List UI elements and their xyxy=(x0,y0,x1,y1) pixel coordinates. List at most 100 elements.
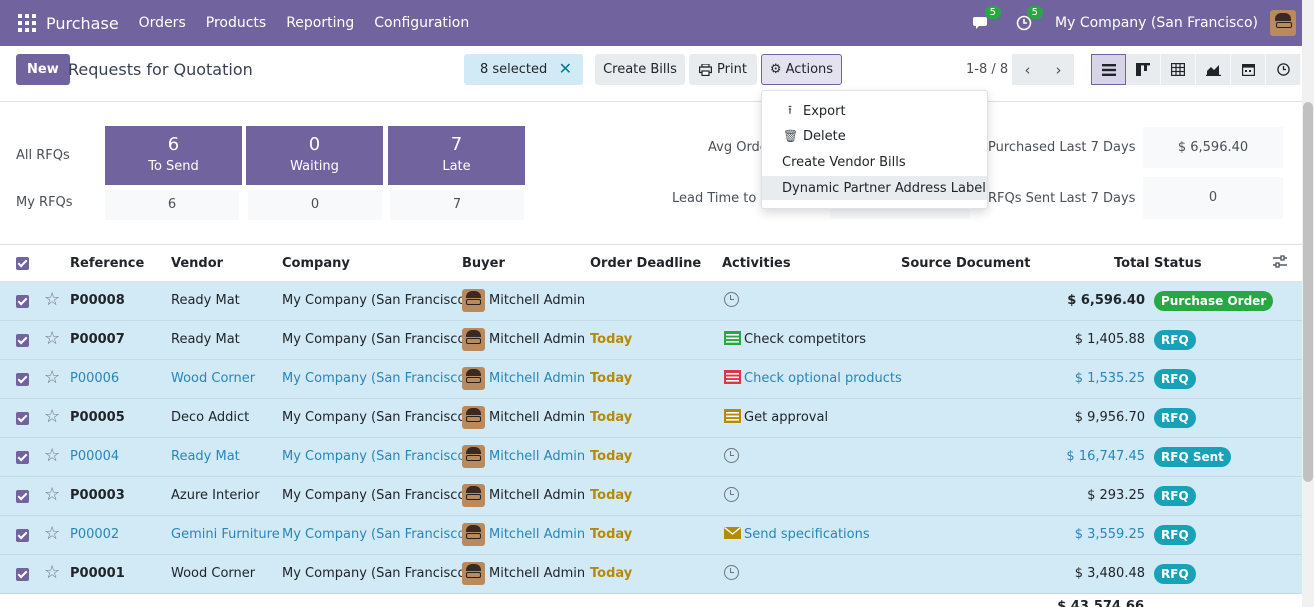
pager-next-button[interactable]: › xyxy=(1043,54,1074,85)
star-icon[interactable]: ☆ xyxy=(44,367,60,388)
column-total[interactable]: Total xyxy=(1114,256,1150,271)
company-switcher[interactable]: My Company (San Francisco) xyxy=(1055,15,1258,31)
star-icon[interactable]: ☆ xyxy=(44,484,60,505)
star-icon[interactable]: ☆ xyxy=(44,406,60,427)
trash-icon: 🗑 xyxy=(783,129,799,143)
cell-buyer: Mitchell Admin xyxy=(489,371,586,386)
buyer-avatar xyxy=(462,289,485,312)
column-order-deadline[interactable]: Order Deadline xyxy=(590,256,701,271)
menu-configuration[interactable]: Configuration xyxy=(374,15,469,31)
cell-activity[interactable]: Check competitors xyxy=(744,332,866,347)
actions-button[interactable]: ⚙ Actions xyxy=(761,54,842,85)
column-company[interactable]: Company xyxy=(282,256,350,271)
cell-company: My Company (San Francisco) xyxy=(282,410,471,425)
status-badge: RFQ xyxy=(1154,369,1196,389)
star-icon[interactable]: ☆ xyxy=(44,289,60,310)
clear-selection-icon[interactable]: ✕ xyxy=(559,59,572,78)
cell-activity[interactable]: Check optional products xyxy=(744,371,902,386)
app-brand[interactable]: Purchase xyxy=(46,14,119,33)
cell-total: $ 1,405.88 xyxy=(1074,332,1145,347)
list-view-button[interactable] xyxy=(1091,54,1126,85)
table-row[interactable]: ☆ P00001 Wood Corner My Company (San Fra… xyxy=(0,555,1302,594)
menu-orders[interactable]: Orders xyxy=(139,15,186,31)
activity-clock-icon[interactable] xyxy=(724,448,739,463)
upload-icon: ⭱ xyxy=(787,102,793,117)
my-waiting-value[interactable]: 0 xyxy=(248,190,382,220)
cell-activity[interactable]: Get approval xyxy=(744,410,828,425)
activity-clock-icon[interactable] xyxy=(724,292,739,307)
column-activities[interactable]: Activities xyxy=(722,256,791,271)
row-checkbox[interactable] xyxy=(16,334,29,347)
messages-icon[interactable]: 5 xyxy=(971,6,1002,34)
gear-icon: ⚙ xyxy=(769,62,782,77)
menu-reporting[interactable]: Reporting xyxy=(286,15,354,31)
pivot-view-button[interactable] xyxy=(1161,54,1196,85)
star-icon[interactable]: ☆ xyxy=(44,445,60,466)
envelope-icon[interactable] xyxy=(724,526,741,540)
menu-products[interactable]: Products xyxy=(206,15,266,31)
table-row[interactable]: ☆ P00004 Ready Mat My Company (San Franc… xyxy=(0,438,1302,477)
select-all-checkbox[interactable] xyxy=(16,257,29,270)
pager-value[interactable]: 1-8 / 8 xyxy=(966,62,1008,77)
row-checkbox[interactable] xyxy=(16,451,29,464)
menu-item-dynamic-partner-address-label[interactable]: Dynamic Partner Address Label xyxy=(762,176,987,200)
activities-clock-icon[interactable]: 5 xyxy=(1013,6,1044,34)
tile-late[interactable]: 7 Late xyxy=(388,126,525,185)
row-checkbox[interactable] xyxy=(16,529,29,542)
star-icon[interactable]: ☆ xyxy=(44,328,60,349)
cell-vendor: Deco Addict xyxy=(171,410,250,425)
activity-clock-icon[interactable] xyxy=(724,487,739,502)
table-row[interactable]: ☆ P00003 Azure Interior My Company (San … xyxy=(0,477,1302,516)
cell-deadline: Today xyxy=(590,371,633,386)
kanban-view-button[interactable] xyxy=(1126,54,1161,85)
control-panel: New Requests for Quotation 8 selected ✕ … xyxy=(0,46,1314,102)
row-checkbox[interactable] xyxy=(16,490,29,503)
star-icon[interactable]: ☆ xyxy=(44,562,60,583)
status-badge: RFQ xyxy=(1154,525,1196,545)
tile-to-send[interactable]: 6 To Send xyxy=(105,126,242,185)
new-button[interactable]: New xyxy=(16,54,70,85)
pager-previous-button[interactable]: ‹ xyxy=(1012,54,1043,85)
tile-waiting-value: 0 xyxy=(308,134,321,155)
table-row[interactable]: ☆ P00006 Wood Corner My Company (San Fra… xyxy=(0,360,1302,399)
tile-waiting[interactable]: 0 Waiting xyxy=(246,126,383,185)
column-status[interactable]: Status xyxy=(1154,256,1202,271)
table-row[interactable]: ☆ P00008 Ready Mat My Company (San Franc… xyxy=(0,282,1302,321)
activity-list-icon[interactable] xyxy=(724,409,741,423)
print-button[interactable]: Print xyxy=(689,54,757,85)
create-bills-button[interactable]: Create Bills xyxy=(595,54,685,85)
table-header: Reference Vendor Company Buyer Order Dea… xyxy=(0,245,1314,282)
row-checkbox[interactable] xyxy=(16,373,29,386)
column-vendor[interactable]: Vendor xyxy=(171,256,223,271)
star-icon[interactable]: ☆ xyxy=(44,523,60,544)
menu-item-export[interactable]: ⭱ Export xyxy=(762,99,987,123)
table-row[interactable]: ☆ P00005 Deco Addict My Company (San Fra… xyxy=(0,399,1302,438)
apps-grid-icon[interactable] xyxy=(18,14,36,32)
row-checkbox[interactable] xyxy=(16,412,29,425)
cell-activity[interactable]: Send specifications xyxy=(744,527,870,542)
my-rfqs-label: My RFQs xyxy=(16,195,73,210)
activity-clock-icon[interactable] xyxy=(724,565,739,580)
my-to-send-value[interactable]: 6 xyxy=(105,190,239,220)
column-buyer[interactable]: Buyer xyxy=(462,256,505,271)
menu-item-delete[interactable]: 🗑 Delete xyxy=(762,124,987,148)
table-row[interactable]: ☆ P00007 Ready Mat My Company (San Franc… xyxy=(0,321,1302,360)
activity-list-icon[interactable] xyxy=(724,370,741,384)
row-checkbox[interactable] xyxy=(16,568,29,581)
status-badge: RFQ xyxy=(1154,486,1196,506)
column-source-document[interactable]: Source Document xyxy=(901,256,1031,271)
menu-item-create-vendor-bills[interactable]: Create Vendor Bills xyxy=(762,150,987,174)
row-checkbox[interactable] xyxy=(16,295,29,308)
rfq-dashboard: All RFQs My RFQs 6 To Send 0 Waiting 7 L… xyxy=(0,102,1314,245)
calendar-view-button[interactable] xyxy=(1231,54,1266,85)
activity-list-icon[interactable] xyxy=(724,331,741,345)
all-rfqs-label: All RFQs xyxy=(16,148,70,163)
scrollbar-thumb[interactable] xyxy=(1303,102,1313,482)
my-late-value[interactable]: 7 xyxy=(390,190,524,220)
optional-columns-icon[interactable] xyxy=(1273,255,1287,272)
column-reference[interactable]: Reference xyxy=(70,256,144,271)
activity-view-button[interactable] xyxy=(1266,54,1301,85)
user-avatar[interactable] xyxy=(1270,10,1296,36)
graph-view-button[interactable] xyxy=(1196,54,1231,85)
table-row[interactable]: ☆ P00002 Gemini Furniture My Company (Sa… xyxy=(0,516,1302,555)
